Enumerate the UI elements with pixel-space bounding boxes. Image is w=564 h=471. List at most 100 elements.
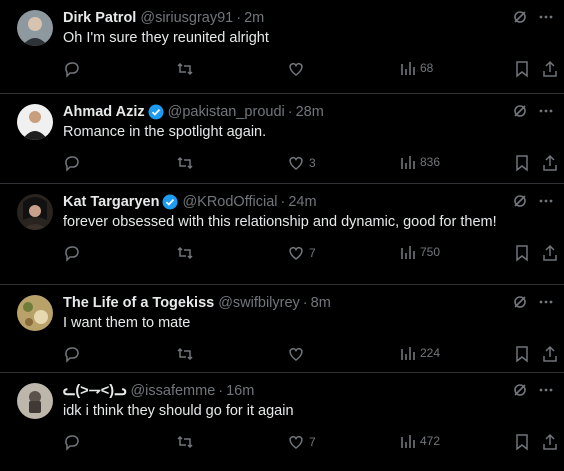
grok-icon[interactable] xyxy=(512,9,528,25)
author-handle[interactable]: @pakistan_proudi xyxy=(168,104,285,120)
grok-icon[interactable] xyxy=(512,294,528,310)
like-count: 3 xyxy=(309,156,316,170)
verified-badge-icon xyxy=(162,194,178,210)
reply-button[interactable] xyxy=(63,60,85,78)
share-button[interactable] xyxy=(542,60,558,78)
timestamp[interactable]: 28m xyxy=(296,104,324,120)
views-icon xyxy=(400,433,416,449)
like-button[interactable] xyxy=(287,60,309,78)
like-icon xyxy=(287,154,305,172)
avatar[interactable] xyxy=(17,104,53,140)
timestamp[interactable]: 24m xyxy=(288,194,316,210)
reply-icon xyxy=(63,154,81,172)
timestamp[interactable]: 2m xyxy=(244,10,264,26)
share-button[interactable] xyxy=(542,244,558,262)
views-button[interactable]: 750 xyxy=(400,244,440,260)
more-icon[interactable] xyxy=(538,382,554,398)
avatar[interactable] xyxy=(17,295,53,331)
author-name[interactable]: Ahmad Aziz xyxy=(63,104,145,120)
retweet-button[interactable] xyxy=(176,154,198,172)
author-handle[interactable]: @KRodOfficial xyxy=(182,194,277,210)
avatar[interactable] xyxy=(17,194,53,230)
author-name[interactable]: ᓚ(>⇁<)ᓗ xyxy=(63,383,126,399)
like-button[interactable]: 7 xyxy=(287,433,316,451)
more-icon[interactable] xyxy=(538,9,554,25)
tweet[interactable]: ᓚ(>⇁<)ᓗ @issafemme · 16m idk i think the… xyxy=(0,373,564,471)
share-button[interactable] xyxy=(542,154,558,172)
reply-button[interactable] xyxy=(63,154,85,172)
like-button[interactable]: 7 xyxy=(287,244,316,262)
retweet-icon xyxy=(176,60,194,78)
timestamp[interactable]: 8m xyxy=(311,295,331,311)
avatar[interactable] xyxy=(17,10,53,46)
views-button[interactable]: 472 xyxy=(400,433,440,449)
avatar[interactable] xyxy=(17,383,53,419)
timestamp[interactable]: 16m xyxy=(226,383,254,399)
tweet[interactable]: Kat Targaryen @KRodOfficial · 24m foreve… xyxy=(0,184,564,285)
separator-dot: · xyxy=(280,194,286,210)
retweet-button[interactable] xyxy=(176,244,198,262)
bookmark-icon xyxy=(514,154,530,172)
author-handle[interactable]: @swifbilyrey xyxy=(218,295,300,311)
views-count: 836 xyxy=(420,155,441,169)
retweet-icon xyxy=(176,433,194,451)
tweet-actions: 68 xyxy=(63,52,557,92)
retweet-icon xyxy=(176,244,194,262)
author-name[interactable]: Kat Targaryen xyxy=(63,194,159,210)
views-button[interactable]: 836 xyxy=(400,154,440,170)
bookmark-button[interactable] xyxy=(514,154,530,172)
reply-button[interactable] xyxy=(63,244,85,262)
reply-button[interactable] xyxy=(63,433,85,451)
author-name[interactable]: Dirk Patrol xyxy=(63,10,136,26)
like-icon xyxy=(287,244,305,262)
bookmark-button[interactable] xyxy=(514,244,530,262)
like-count: 7 xyxy=(309,435,316,449)
tweet[interactable]: The Life of a Togekiss @swifbilyrey · 8m… xyxy=(0,285,564,373)
author-handle[interactable]: @siriusgray91 xyxy=(140,10,233,26)
more-icon[interactable] xyxy=(538,294,554,310)
tweet[interactable]: Ahmad Aziz @pakistan_proudi · 28m Romanc… xyxy=(0,94,564,184)
tweet-actions: 224 xyxy=(63,337,557,377)
grok-icon[interactable] xyxy=(512,103,528,119)
share-icon xyxy=(542,345,558,363)
retweet-button[interactable] xyxy=(176,60,198,78)
tweet-text: Oh I'm sure they reunited alright xyxy=(63,30,269,46)
like-button[interactable] xyxy=(287,345,309,363)
bookmark-icon xyxy=(514,345,530,363)
separator-dot: · xyxy=(287,104,293,120)
views-count: 224 xyxy=(420,346,441,360)
views-button[interactable]: 68 xyxy=(400,60,433,76)
author-name[interactable]: The Life of a Togekiss xyxy=(63,295,214,311)
share-button[interactable] xyxy=(542,345,558,363)
grok-icon[interactable] xyxy=(512,382,528,398)
retweet-button[interactable] xyxy=(176,345,198,363)
share-icon xyxy=(542,154,558,172)
retweet-button[interactable] xyxy=(176,433,198,451)
views-icon xyxy=(400,154,416,170)
more-icon[interactable] xyxy=(538,103,554,119)
like-icon xyxy=(287,345,305,363)
tweet-text: I want them to mate xyxy=(63,315,191,331)
author-handle[interactable]: @issafemme xyxy=(130,383,215,399)
retweet-icon xyxy=(176,154,194,172)
reply-button[interactable] xyxy=(63,345,85,363)
bookmark-icon xyxy=(514,433,530,451)
tweet-text: forever obsessed with this relationship … xyxy=(63,214,497,230)
more-icon[interactable] xyxy=(538,193,554,209)
separator-dot: · xyxy=(236,10,242,26)
grok-icon[interactable] xyxy=(512,193,528,209)
views-icon xyxy=(400,60,416,76)
verified-badge-icon xyxy=(148,104,164,120)
views-icon xyxy=(400,345,416,361)
like-icon xyxy=(287,433,305,451)
bookmark-button[interactable] xyxy=(514,345,530,363)
separator-dot: · xyxy=(218,383,224,399)
share-button[interactable] xyxy=(542,433,558,451)
bookmark-button[interactable] xyxy=(514,60,530,78)
bookmark-button[interactable] xyxy=(514,433,530,451)
tweet[interactable]: Dirk Patrol @siriusgray91 · 2m Oh I'm su… xyxy=(0,0,564,94)
like-count: 7 xyxy=(309,246,316,260)
like-button[interactable]: 3 xyxy=(287,154,316,172)
bookmark-icon xyxy=(514,60,530,78)
views-button[interactable]: 224 xyxy=(400,345,440,361)
